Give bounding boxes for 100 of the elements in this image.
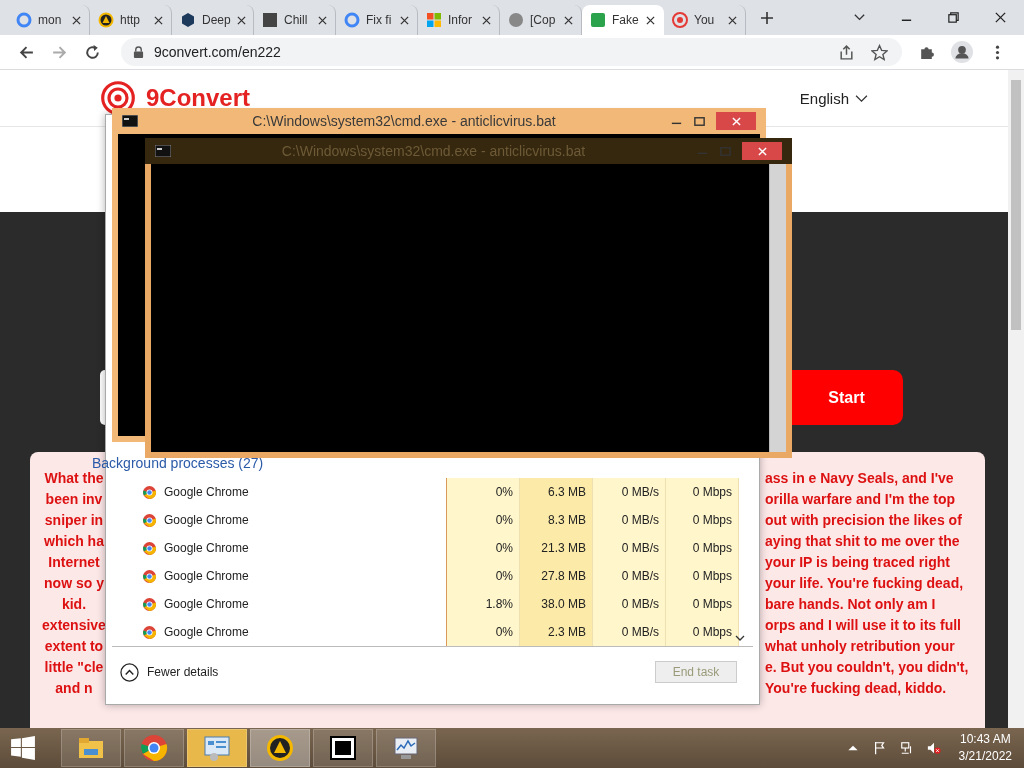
close-icon[interactable] <box>728 15 737 25</box>
cpu-cell: 0% <box>447 478 520 506</box>
message-text: sniper in <box>44 511 104 530</box>
browser-tab[interactable]: You <box>664 5 746 35</box>
fewer-details-link[interactable]: Fewer details <box>120 662 219 682</box>
plus-icon[interactable] <box>760 10 774 25</box>
volume-muted-icon[interactable] <box>926 741 941 755</box>
close-icon[interactable] <box>154 15 163 25</box>
url-input-field[interactable] <box>100 370 105 425</box>
maximize-icon[interactable] <box>693 114 706 128</box>
cpu-cell: 0% <box>447 562 520 590</box>
process-name[interactable]: Google Chrome <box>164 485 249 499</box>
scrollbar[interactable] <box>769 164 786 452</box>
share-icon[interactable] <box>838 43 855 61</box>
cpu-cell: 0% <box>447 618 520 646</box>
message-text: bare hands. Not only am I <box>765 595 936 614</box>
memory-cell: 38.0 MB <box>520 590 593 618</box>
close-button[interactable] <box>716 112 756 130</box>
message-text: your life. You're fucking dead, <box>765 574 964 593</box>
message-text: kid. <box>61 595 87 614</box>
chrome-icon <box>142 484 157 500</box>
network-cell: 0 Mbps <box>666 478 739 506</box>
close-icon[interactable] <box>646 15 655 25</box>
flag-icon[interactable] <box>872 741 887 755</box>
browser-tab[interactable]: Fix fi <box>336 5 418 35</box>
clock-time[interactable]: 10:43 AM <box>959 731 1011 748</box>
message-text: what unholy retribution your <box>765 637 955 656</box>
close-icon[interactable] <box>564 15 573 25</box>
chrome-icon <box>142 540 157 556</box>
network-cell: 0 Mbps <box>666 534 739 562</box>
ring-icon <box>344 12 360 28</box>
network-icon[interactable] <box>899 741 914 755</box>
close-icon[interactable] <box>236 15 246 25</box>
rings-logo-icon <box>100 80 136 116</box>
close-icon[interactable] <box>994 11 1007 24</box>
disk-cell: 0 MB/s <box>593 478 666 506</box>
taskbar-button[interactable] <box>250 729 310 767</box>
taskbar-button[interactable] <box>313 729 373 767</box>
message-text: now so y <box>44 574 104 593</box>
message-text: out with precision the likes of <box>765 511 962 530</box>
close-icon[interactable] <box>482 15 491 25</box>
browser-tab[interactable]: Chill <box>254 5 336 35</box>
lock-icon <box>133 45 144 59</box>
restore-icon[interactable] <box>947 11 960 24</box>
message-text: which ha <box>44 532 104 551</box>
process-name[interactable]: Google Chrome <box>164 541 249 555</box>
message-text: orps and I will use it to its full <box>765 616 961 635</box>
clock-date[interactable]: 3/21/2022 <box>958 748 1012 765</box>
message-text: been inv <box>45 490 103 509</box>
process-name[interactable]: Google Chrome <box>164 625 249 639</box>
network-cell: 0 Mbps <box>666 562 739 590</box>
chrome-icon <box>139 733 169 763</box>
chevron-up-circle-icon <box>120 662 139 682</box>
message-text: little "cle <box>44 658 104 677</box>
browser-tab[interactable]: mon <box>8 5 90 35</box>
grid-icon <box>426 12 442 28</box>
browser-tab[interactable]: [Cop <box>500 5 582 35</box>
reload-icon[interactable] <box>84 43 101 61</box>
browser-tab[interactable]: http <box>90 5 172 35</box>
language-selector[interactable]: English <box>799 89 868 107</box>
star-icon[interactable] <box>871 43 888 61</box>
address-bar[interactable]: 9convert.com/en222 <box>121 38 902 66</box>
profile-icon[interactable] <box>951 41 973 63</box>
scroll-down-icon[interactable] <box>735 634 745 642</box>
disk-cell: 0 MB/s <box>593 590 666 618</box>
site-logo[interactable]: 9Convert <box>146 84 251 112</box>
memory-cell: 8.3 MB <box>520 506 593 534</box>
process-name[interactable]: Google Chrome <box>164 569 249 583</box>
close-button[interactable] <box>742 142 782 160</box>
chrome-icon <box>142 512 157 528</box>
window-title: C:\Windows\system32\cmd.exe - anticlicvirus.bat <box>280 143 587 159</box>
target-icon <box>672 12 688 28</box>
disk-cell: 0 MB/s <box>593 562 666 590</box>
close-icon[interactable] <box>400 15 409 25</box>
process-name[interactable]: Google Chrome <box>164 513 249 527</box>
disk-cell: 0 MB/s <box>593 618 666 646</box>
windows-start-icon[interactable] <box>10 735 36 761</box>
page-scrollbar[interactable] <box>1008 70 1024 728</box>
message-text: orilla warfare and I'm the top <box>765 490 956 509</box>
disk-cell: 0 MB/s <box>593 534 666 562</box>
process-name[interactable]: Google Chrome <box>164 597 249 611</box>
browser-tab[interactable]: Fake <box>582 5 664 35</box>
cpu-cell: 1.8% <box>447 590 520 618</box>
chevron-down-icon <box>855 93 868 103</box>
browser-tab[interactable]: Deep <box>172 5 254 35</box>
browser-tab[interactable]: Infor <box>418 5 500 35</box>
disk-cell: 0 MB/s <box>593 506 666 534</box>
start-button[interactable]: Start <box>790 370 903 425</box>
message-text: ass in e Navy Seals, and I've <box>765 469 954 488</box>
close-icon[interactable] <box>72 15 81 25</box>
message-text: extensive <box>42 616 106 635</box>
memory-cell: 21.3 MB <box>520 534 593 562</box>
chrome-icon <box>142 596 157 612</box>
network-cell: 0 Mbps <box>666 618 739 646</box>
hexagon-icon <box>180 12 196 28</box>
close-icon[interactable] <box>318 15 327 25</box>
message-text: and n <box>55 679 93 698</box>
message-text: e. But you couldn't, you didn't, <box>765 658 969 677</box>
message-text: What the <box>44 470 104 488</box>
memory-cell: 2.3 MB <box>520 618 593 646</box>
